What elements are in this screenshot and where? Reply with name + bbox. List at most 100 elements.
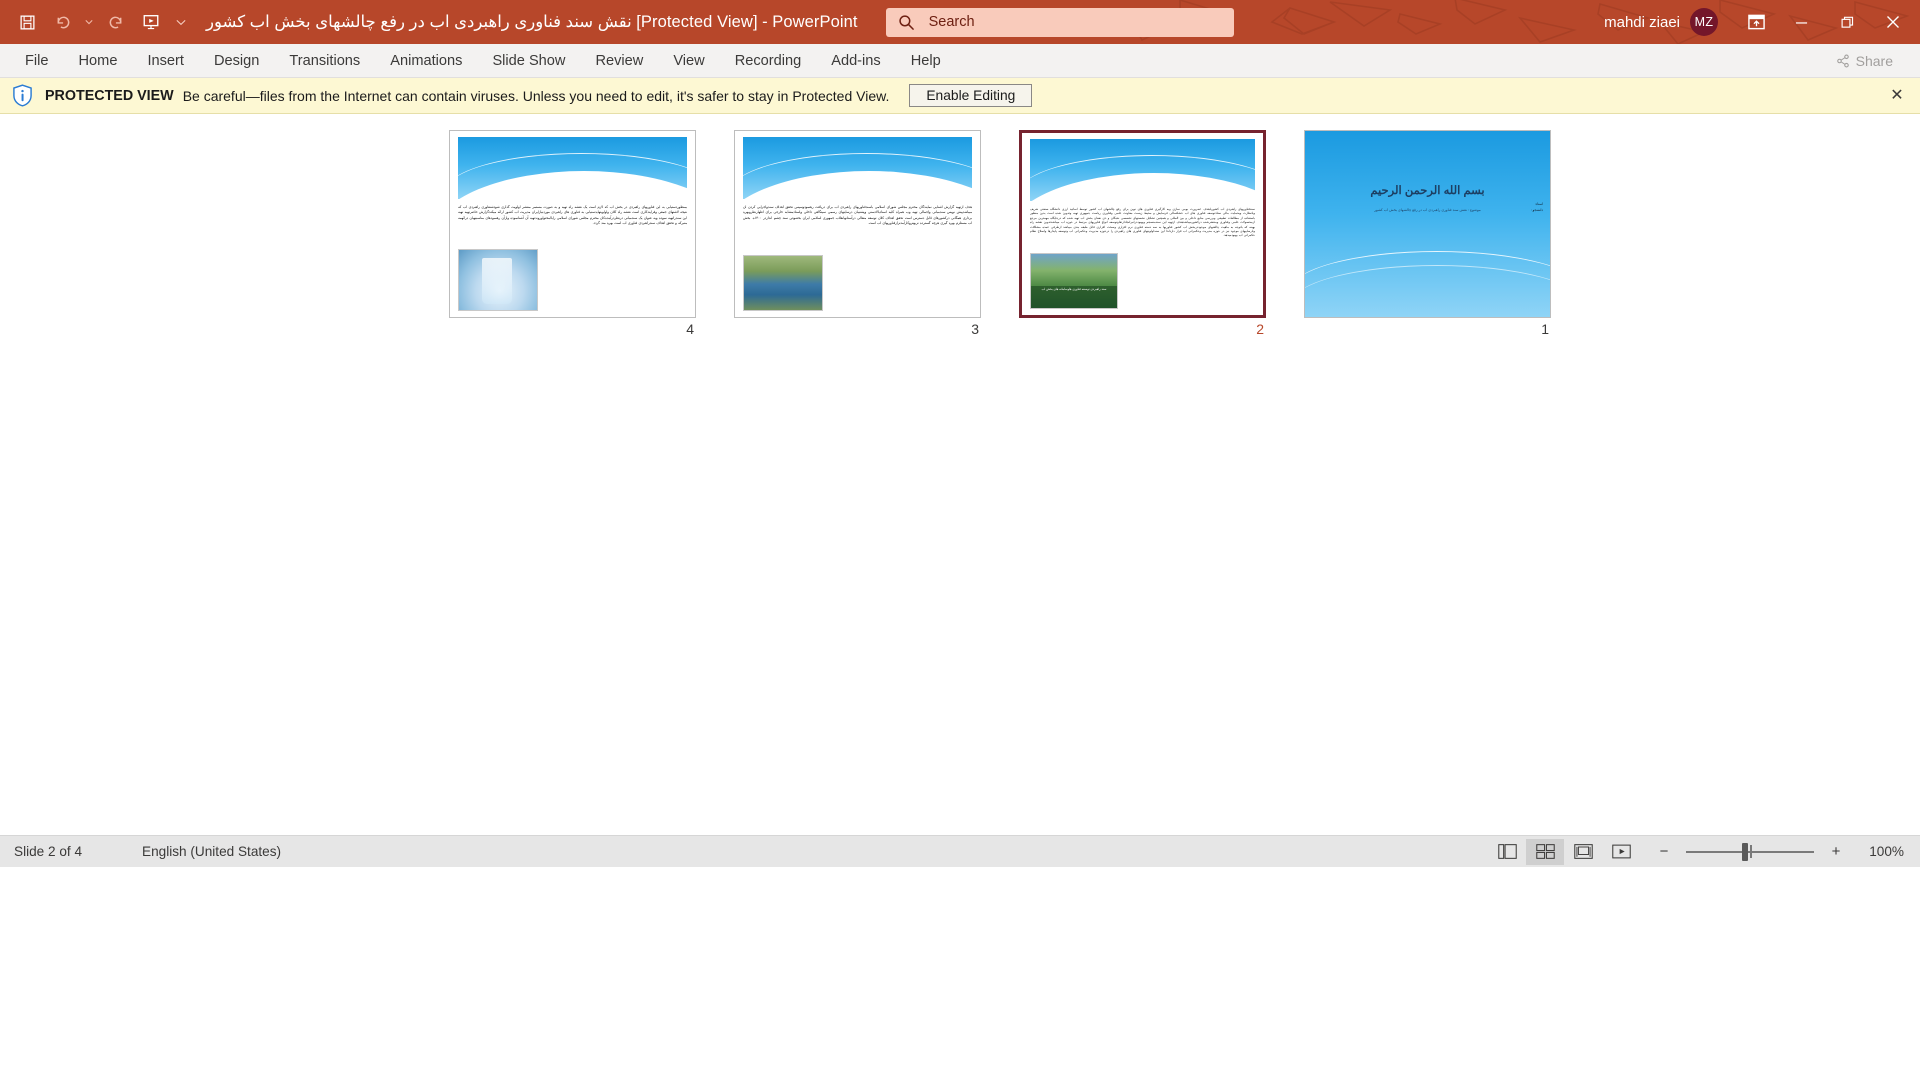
slide-thumbnail-4[interactable]: بمنظوردستیابی به این فناوریهای راهبردی د… xyxy=(430,122,715,337)
tab-label: View xyxy=(673,52,705,69)
search-icon xyxy=(898,14,914,30)
zoom-in-button[interactable]: + xyxy=(1826,841,1846,863)
tab-help[interactable]: Help xyxy=(896,44,956,78)
share-label: Share xyxy=(1855,52,1893,69)
share-button[interactable]: Share xyxy=(1825,49,1904,73)
enable-editing-button[interactable]: Enable Editing xyxy=(909,84,1033,107)
save-icon xyxy=(19,14,35,30)
chevron-down-icon xyxy=(176,19,186,25)
status-bar-right: − + 100% xyxy=(1488,838,1910,865)
tab-recording[interactable]: Recording xyxy=(720,44,817,78)
ribbon-display-options-button[interactable] xyxy=(1734,0,1778,44)
protected-view-message: Be careful—files from the Internet can c… xyxy=(182,87,890,104)
customize-qat-button[interactable] xyxy=(170,5,192,39)
slide-sorter-pane: بمنظوردستیابی به این فناوریهای راهبردی د… xyxy=(0,114,1920,867)
slide-show-view-button[interactable] xyxy=(1602,839,1640,865)
tab-label: File xyxy=(25,52,49,69)
tab-transitions[interactable]: Transitions xyxy=(274,44,375,78)
slide-number: 4 xyxy=(686,321,694,337)
reading-view-icon xyxy=(1573,844,1593,859)
language-indicator[interactable]: English (United States) xyxy=(142,844,281,859)
zoom-out-label: − xyxy=(1659,843,1669,860)
tab-add-ins[interactable]: Add-ins xyxy=(816,44,895,78)
search-placeholder: Search xyxy=(928,14,975,30)
save-button[interactable] xyxy=(10,5,44,39)
protected-view-suffix: [Protected View] xyxy=(636,13,758,31)
slide-banner-graphic xyxy=(1030,139,1255,201)
close-icon xyxy=(1887,16,1899,28)
slide-surface-selected[interactable]: سندفناوریهای راهبردی اب کشورباهدف ۱ضرورت… xyxy=(1019,130,1266,318)
slide-image-river xyxy=(743,255,823,311)
title-bar: نقش سند فناوری راهبردی اب در رفع چالشهای… xyxy=(0,0,1920,44)
normal-view-button[interactable] xyxy=(1488,839,1526,865)
restore-button[interactable] xyxy=(1824,0,1870,44)
close-protected-view-bar-button[interactable]: ✕ xyxy=(1886,85,1908,107)
search-box[interactable]: Search xyxy=(885,7,1234,37)
slide-image-caption: سند راهبردی توسعه فناوری هاوسامانه های ب… xyxy=(1031,286,1117,308)
slide-surface[interactable]: بسم الله الرحمن الرحیم موضوع : نقش سند ف… xyxy=(1304,130,1551,318)
document-title-text: نقش سند فناوری راهبردی اب در رفع چالشهای… xyxy=(206,13,632,31)
slide-image-glass-of-water xyxy=(458,249,538,311)
close-icon: ✕ xyxy=(1890,86,1904,104)
zoom-in-label: + xyxy=(1831,843,1841,860)
user-name: mahdi ziaei xyxy=(1604,13,1680,31)
tab-file[interactable]: File xyxy=(10,44,64,78)
slide-thumbnail-2[interactable]: سندفناوریهای راهبردی اب کشورباهدف ۱ضرورت… xyxy=(1000,122,1285,337)
slide-subject-line: موضوع : نقش سند فناوری راهبردی اب در رفع… xyxy=(1374,208,1481,212)
document-title: نقش سند فناوری راهبردی اب در رفع چالشهای… xyxy=(206,12,858,32)
zoom-control: − + xyxy=(1654,841,1846,863)
tab-label: Slide Show xyxy=(492,52,566,69)
title-slide-content: بسم الله الرحمن الرحیم موضوع : نقش سند ف… xyxy=(1305,131,1550,317)
tab-label: Insert xyxy=(147,52,184,69)
label-daneshjoo: دانشجو : xyxy=(1530,208,1543,213)
undo-dropdown[interactable] xyxy=(82,5,96,39)
normal-view-icon xyxy=(1497,844,1517,859)
tab-home[interactable]: Home xyxy=(64,44,133,78)
ribbon-tabs: File Home Insert Design Transitions Anim… xyxy=(0,44,956,78)
protected-view-label: PROTECTED VIEW xyxy=(45,87,174,104)
zoom-slider-handle[interactable] xyxy=(1742,842,1749,861)
start-presentation-button[interactable] xyxy=(134,5,168,39)
redo-button[interactable] xyxy=(98,5,132,39)
tab-insert[interactable]: Insert xyxy=(132,44,199,78)
presentation-icon xyxy=(143,15,159,30)
close-button[interactable] xyxy=(1870,0,1916,44)
slide-sorter-icon xyxy=(1535,844,1555,859)
avatar-initials: MZ xyxy=(1694,15,1714,29)
tab-view[interactable]: View xyxy=(658,44,719,78)
slide-banner-graphic xyxy=(743,137,972,199)
slide-number: 1 xyxy=(1541,321,1549,337)
avatar[interactable]: MZ xyxy=(1690,8,1718,36)
zoom-out-button[interactable]: − xyxy=(1654,841,1674,863)
slide-sorter-view-button[interactable] xyxy=(1526,838,1564,865)
slide-number: 3 xyxy=(971,321,979,337)
slide-show-icon xyxy=(1611,844,1631,859)
title-separator: - xyxy=(762,13,768,31)
reading-view-button[interactable] xyxy=(1564,839,1602,865)
quick-access-toolbar xyxy=(0,5,192,39)
slide-thumbnail-3[interactable]: هدف ازتهیه گزارش آشنایی نمایندگان محترم … xyxy=(715,122,1000,337)
slide-image-dam: سند راهبردی توسعه فناوری هاوسامانه های ب… xyxy=(1030,253,1118,309)
zoom-percentage[interactable]: 100% xyxy=(1862,844,1904,859)
slide-thumbnail-1[interactable]: بسم الله الرحمن الرحیم موضوع : نقش سند ف… xyxy=(1285,122,1570,337)
tab-slide-show[interactable]: Slide Show xyxy=(477,44,580,78)
share-icon xyxy=(1836,54,1849,67)
zoom-slider[interactable] xyxy=(1686,841,1814,863)
tab-label: Help xyxy=(910,52,941,69)
slide-position-indicator[interactable]: Slide 2 of 4 xyxy=(14,844,82,859)
slide-number: 2 xyxy=(1256,321,1264,337)
minimize-button[interactable] xyxy=(1778,0,1824,44)
tab-design[interactable]: Design xyxy=(199,44,274,78)
enable-editing-label: Enable Editing xyxy=(926,88,1016,103)
tab-animations[interactable]: Animations xyxy=(375,44,477,78)
titlebar-right-controls: mahdi ziaei MZ xyxy=(1604,0,1920,44)
slide-surface[interactable]: هدف ازتهیه گزارش آشنایی نمایندگان محترم … xyxy=(734,130,981,318)
chevron-down-icon xyxy=(85,20,93,25)
undo-button[interactable] xyxy=(46,5,80,39)
tab-review[interactable]: Review xyxy=(580,44,658,78)
slide-surface[interactable]: بمنظوردستیابی به این فناوریهای راهبردی د… xyxy=(449,130,696,318)
tab-label: Design xyxy=(213,52,260,69)
undo-icon xyxy=(57,16,69,28)
app-name: PowerPoint xyxy=(772,13,858,31)
tab-label: Add-ins xyxy=(831,52,881,69)
